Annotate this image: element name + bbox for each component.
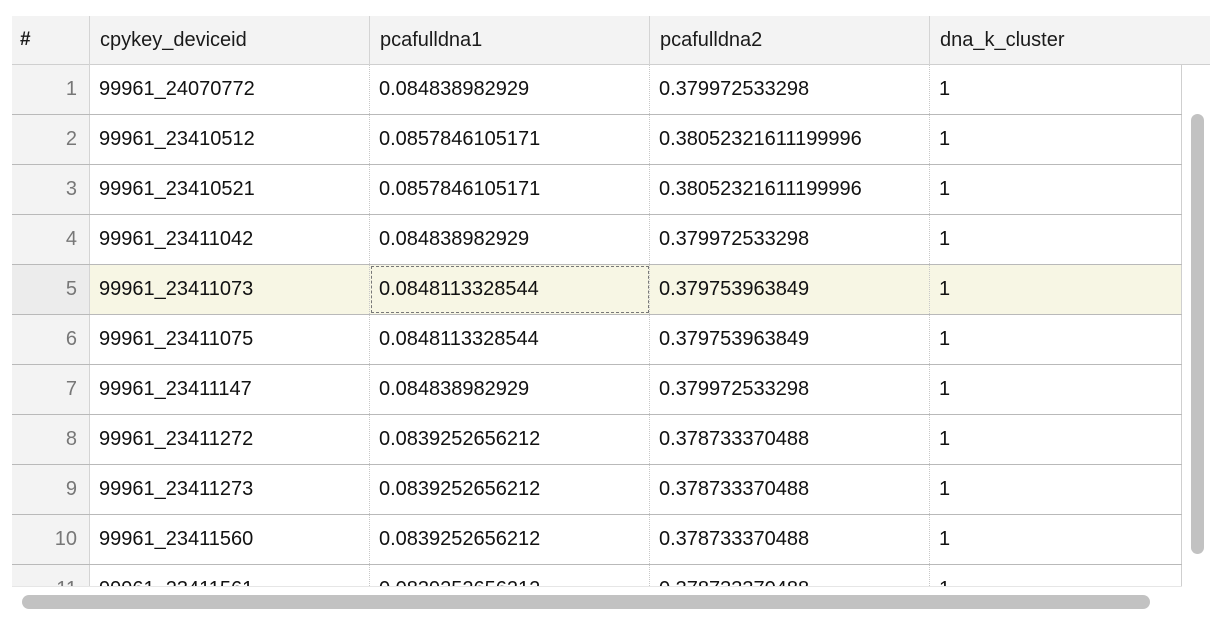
pcafulldna2-cell[interactable]: 0.379972533298 [650, 215, 930, 264]
row-number-cell[interactable]: 2 [12, 115, 90, 164]
row-number-cell[interactable]: 5 [12, 265, 90, 314]
pcafulldna2-cell[interactable]: 0.379753963849 [650, 265, 930, 314]
table-row[interactable]: 4 99961_23411042 0.084838982929 0.379972… [12, 215, 1182, 265]
pcafulldna1-cell-focused[interactable]: 0.0848113328544 [370, 265, 650, 314]
pcafulldna1-cell[interactable]: 0.0839252656212 [370, 515, 650, 564]
row-number-cell[interactable]: 9 [12, 465, 90, 514]
row-number-cell[interactable]: 1 [12, 65, 90, 114]
table-row[interactable]: 2 99961_23410512 0.0857846105171 0.38052… [12, 115, 1182, 165]
deviceid-cell[interactable]: 99961_23410521 [90, 165, 370, 214]
pcafulldna2-cell[interactable]: 0.378733370488 [650, 415, 930, 464]
row-number-cell[interactable]: 6 [12, 315, 90, 364]
deviceid-cell[interactable]: 99961_23411147 [90, 365, 370, 414]
deviceid-cell[interactable]: 99961_23410512 [90, 115, 370, 164]
table-row[interactable]: 1 99961_24070772 0.084838982929 0.379972… [12, 65, 1182, 115]
grid-header: # cpykey_deviceid pcafulldna1 pcafulldna… [12, 16, 1210, 65]
deviceid-cell[interactable]: 99961_23411075 [90, 315, 370, 364]
vertical-scrollbar[interactable] [1184, 65, 1210, 586]
table-row[interactable]: 3 99961_23410521 0.0857846105171 0.38052… [12, 165, 1182, 215]
deviceid-cell[interactable]: 99961_23411272 [90, 415, 370, 464]
dna-k-cluster-cell[interactable]: 1 [930, 515, 1182, 564]
row-number-cell[interactable]: 3 [12, 165, 90, 214]
horizontal-scrollbar[interactable] [12, 586, 1182, 616]
pcafulldna1-cell[interactable]: 0.084838982929 [370, 365, 650, 414]
pcafulldna2-cell[interactable]: 0.38052321611199996 [650, 115, 930, 164]
horizontal-scrollbar-thumb[interactable] [22, 595, 1150, 609]
table-row-selected[interactable]: 5 99961_23411073 0.0848113328544 0.37975… [12, 265, 1182, 315]
dna-k-cluster-cell[interactable]: 1 [930, 165, 1182, 214]
row-number-cell[interactable]: 11 [12, 565, 90, 586]
pcafulldna2-cell[interactable]: 0.378733370488 [650, 515, 930, 564]
row-number-cell[interactable]: 4 [12, 215, 90, 264]
row-number-cell[interactable]: 7 [12, 365, 90, 414]
pcafulldna2-cell[interactable]: 0.379972533298 [650, 365, 930, 414]
dna-k-cluster-cell[interactable]: 1 [930, 115, 1182, 164]
column-header-cpykey-deviceid[interactable]: cpykey_deviceid [90, 16, 370, 65]
table-row[interactable]: 11 99961_23411561 0.0839252656212 0.3787… [12, 565, 1182, 586]
column-header-pcafulldna1[interactable]: pcafulldna1 [370, 16, 650, 65]
deviceid-cell[interactable]: 99961_23411561 [90, 565, 370, 586]
table-row[interactable]: 8 99961_23411272 0.0839252656212 0.37873… [12, 415, 1182, 465]
row-number-cell[interactable]: 10 [12, 515, 90, 564]
pcafulldna1-cell[interactable]: 0.0857846105171 [370, 165, 650, 214]
pcafulldna1-cell[interactable]: 0.0848113328544 [370, 315, 650, 364]
column-header-row-number[interactable]: # [12, 16, 90, 65]
deviceid-cell[interactable]: 99961_23411042 [90, 215, 370, 264]
column-header-dna-k-cluster[interactable]: dna_k_cluster [930, 16, 1210, 65]
dna-k-cluster-cell[interactable]: 1 [930, 415, 1182, 464]
row-number-cell[interactable]: 8 [12, 415, 90, 464]
pcafulldna1-cell[interactable]: 0.0857846105171 [370, 115, 650, 164]
deviceid-cell[interactable]: 99961_23411073 [90, 265, 370, 314]
pcafulldna1-cell[interactable]: 0.084838982929 [370, 215, 650, 264]
dna-k-cluster-cell[interactable]: 1 [930, 465, 1182, 514]
pcafulldna2-cell[interactable]: 0.378733370488 [650, 565, 930, 586]
table-row[interactable]: 7 99961_23411147 0.084838982929 0.379972… [12, 365, 1182, 415]
dna-k-cluster-cell[interactable]: 1 [930, 265, 1182, 314]
dna-k-cluster-cell[interactable]: 1 [930, 215, 1182, 264]
pcafulldna1-cell[interactable]: 0.0839252656212 [370, 415, 650, 464]
column-header-pcafulldna2[interactable]: pcafulldna2 [650, 16, 930, 65]
pcafulldna2-cell[interactable]: 0.379753963849 [650, 315, 930, 364]
table-row[interactable]: 10 99961_23411560 0.0839252656212 0.3787… [12, 515, 1182, 565]
pcafulldna2-cell[interactable]: 0.379972533298 [650, 65, 930, 114]
deviceid-cell[interactable]: 99961_23411560 [90, 515, 370, 564]
grid-body: 1 99961_24070772 0.084838982929 0.379972… [12, 65, 1182, 586]
table-row[interactable]: 9 99961_23411273 0.0839252656212 0.37873… [12, 465, 1182, 515]
dna-k-cluster-cell[interactable]: 1 [930, 365, 1182, 414]
pcafulldna2-cell[interactable]: 0.378733370488 [650, 465, 930, 514]
deviceid-cell[interactable]: 99961_24070772 [90, 65, 370, 114]
pcafulldna2-cell[interactable]: 0.38052321611199996 [650, 165, 930, 214]
table-row[interactable]: 6 99961_23411075 0.0848113328544 0.37975… [12, 315, 1182, 365]
pcafulldna1-cell[interactable]: 0.0839252656212 [370, 465, 650, 514]
dna-k-cluster-cell[interactable]: 1 [930, 315, 1182, 364]
pcafulldna1-cell[interactable]: 0.084838982929 [370, 65, 650, 114]
vertical-scrollbar-thumb[interactable] [1191, 114, 1204, 554]
dna-k-cluster-cell[interactable]: 1 [930, 565, 1182, 586]
pcafulldna1-cell[interactable]: 0.0839252656212 [370, 565, 650, 586]
deviceid-cell[interactable]: 99961_23411273 [90, 465, 370, 514]
data-grid: # cpykey_deviceid pcafulldna1 pcafulldna… [12, 16, 1210, 616]
dna-k-cluster-cell[interactable]: 1 [930, 65, 1182, 114]
